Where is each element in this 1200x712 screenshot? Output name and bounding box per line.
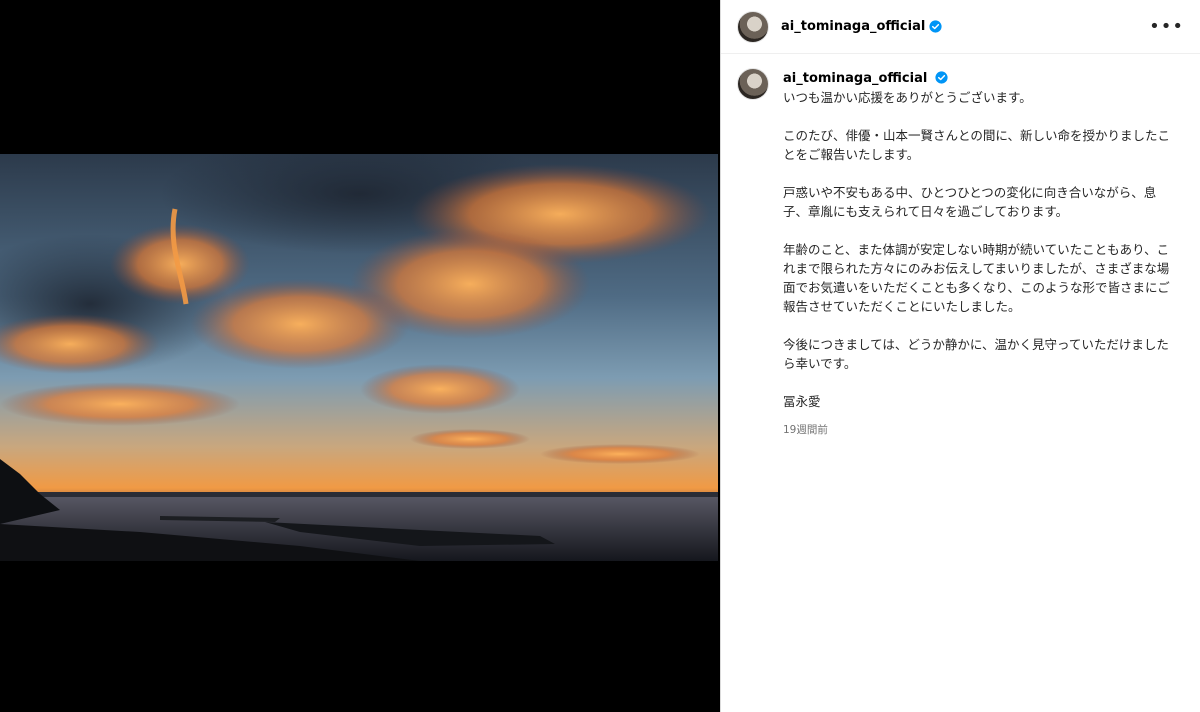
caption-paragraph: 今後につきましては、どうか静かに、温かく見守っていただけましたら幸いです。 (783, 337, 1169, 371)
sunset-photo (0, 154, 718, 561)
post-media[interactable] (0, 0, 720, 712)
post-timestamp[interactable]: 19週間前 (783, 421, 1171, 440)
caption-signature: 冨永愛 (783, 394, 821, 409)
post-header: ai_tominaga_official ••• (721, 0, 1200, 54)
caption-username[interactable]: ai_tominaga_official (783, 69, 927, 88)
verified-badge-icon (929, 20, 942, 33)
caption-avatar[interactable] (737, 68, 769, 100)
caption-body: ai_tominaga_official いつも温かい応援をありがとうございます… (783, 68, 1171, 440)
verified-badge-icon (935, 71, 948, 84)
caption-paragraph: 戸惑いや不安もある中、ひとつひとつの変化に向き合いながら、息子、章胤にも支えられ… (783, 185, 1157, 219)
caption-paragraph: このたび、俳優・山本一賢さんとの間に、新しい命を授かりましたことをご報告いたしま… (783, 128, 1171, 162)
header-username[interactable]: ai_tominaga_official (781, 19, 925, 34)
caption-paragraph: いつも温かい応援をありがとうございます。 (783, 90, 1032, 105)
caption: ai_tominaga_official いつも温かい応援をありがとうございます… (721, 54, 1200, 440)
post-side-panel: ai_tominaga_official ••• ai_tominaga_off… (720, 0, 1200, 712)
avatar[interactable] (737, 10, 769, 43)
instagram-post-viewer: ai_tominaga_official ••• ai_tominaga_off… (0, 0, 1200, 712)
more-options-button[interactable]: ••• (1149, 17, 1184, 36)
caption-paragraph: 年齢のこと、また体調が安定しない時期が続いていたこともあり、これまで限られた方々… (783, 242, 1170, 314)
